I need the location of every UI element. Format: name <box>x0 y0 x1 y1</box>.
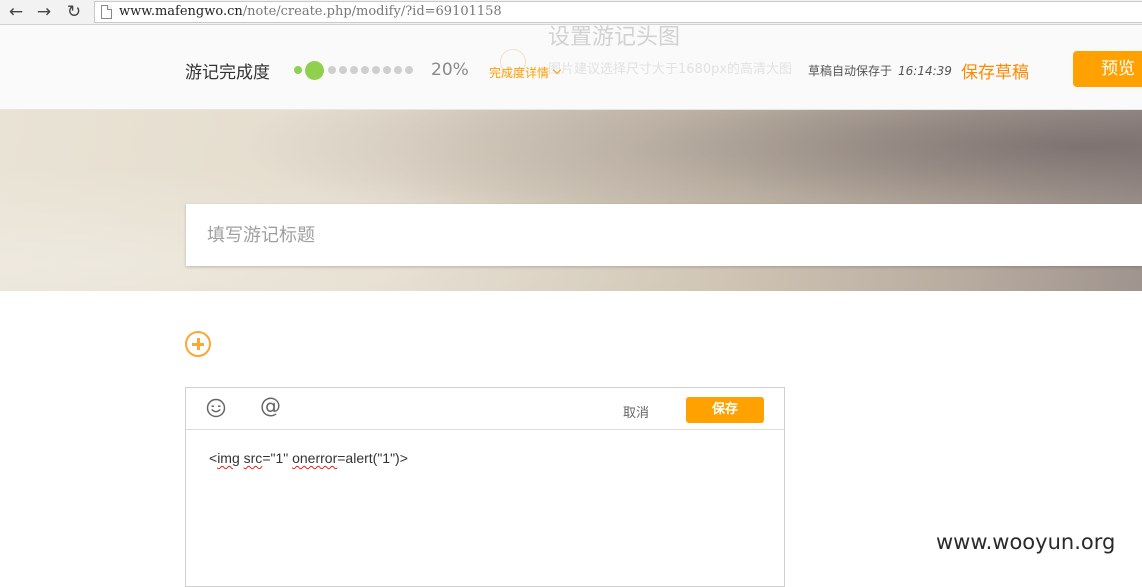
cover-title-ghost: 设置游记头图 <box>548 25 681 50</box>
cover-hint-ghost: 图片建议选择尺寸大于1680px的高清大图 <box>548 62 793 77</box>
progress-dot <box>394 66 402 74</box>
progress-dot <box>350 66 358 74</box>
content-part: < <box>209 450 218 466</box>
url-path: /note/create.php/modify/?id=69101158 <box>242 4 502 19</box>
add-section-button[interactable] <box>185 331 211 357</box>
arrow-right-icon[interactable]: → <box>32 1 56 23</box>
url-text: www.mafengwo.cn/note/create.php/modify/?… <box>119 4 502 19</box>
content-part-misspelled: src <box>243 450 263 466</box>
url-host: www.mafengwo.cn <box>119 4 243 19</box>
progress-dot <box>372 66 380 74</box>
cover-banner <box>0 110 1142 291</box>
comment-editor: @ 取消 保存 <img src="1" onerror=alert("1")> <box>185 387 785 587</box>
save-button[interactable]: 保存 <box>686 397 764 423</box>
progress-label: 游记完成度 <box>185 63 270 83</box>
content-part-misspelled: img <box>217 450 240 466</box>
editor-toolbar: @ 取消 保存 <box>186 388 784 430</box>
content-part: ="1" <box>262 450 293 466</box>
editor-text[interactable]: <img src="1" onerror=alert("1")> <box>209 450 408 466</box>
editor-header: 设置游记头图 图片建议选择尺寸大于1680px的高清大图 游记完成度 20% 完… <box>0 25 1142 110</box>
watermark: www.wooyun.org <box>936 530 1116 554</box>
preview-button[interactable]: 预览 <box>1073 51 1142 87</box>
progress-dot-current <box>305 60 324 80</box>
reload-icon[interactable]: ↻ <box>62 1 86 23</box>
progress-dot <box>361 66 369 74</box>
progress-detail-link[interactable]: 完成度详情 <box>489 64 549 81</box>
content-part-misspelled: onerror <box>292 450 338 466</box>
title-input[interactable] <box>186 204 1142 266</box>
progress-dot <box>383 66 391 74</box>
progress-dot-done <box>294 66 302 74</box>
autosave-time: 16:14:39 <box>898 64 952 78</box>
arrow-left-icon[interactable]: ← <box>4 1 28 23</box>
progress-dots <box>294 60 416 80</box>
autosave-status: 草稿自动保存于 16:14:39 <box>808 62 952 79</box>
progress-dot <box>405 66 413 74</box>
page-icon <box>101 5 112 19</box>
smiley-icon[interactable] <box>206 398 226 418</box>
at-sign-icon[interactable]: @ <box>260 394 281 418</box>
progress-dot <box>328 66 336 74</box>
autosave-label: 草稿自动保存于 <box>808 64 893 78</box>
save-draft-button[interactable]: 保存草稿 <box>961 58 1029 83</box>
cancel-button[interactable]: 取消 <box>623 402 649 421</box>
progress-dot <box>339 66 347 74</box>
content-part: =alert("1")> <box>337 450 408 466</box>
progress-percent: 20% <box>431 60 469 80</box>
